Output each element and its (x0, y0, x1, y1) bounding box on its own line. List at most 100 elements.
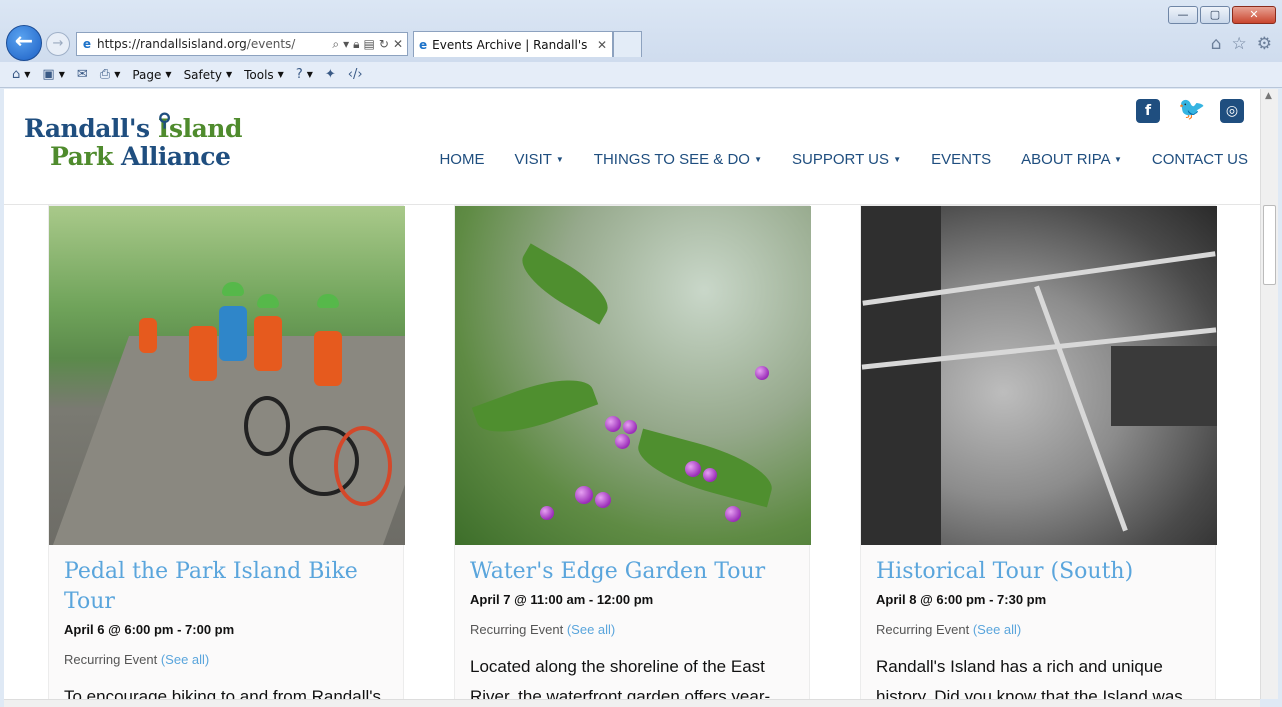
close-window-button[interactable]: ✕ (1232, 6, 1276, 24)
event-card: Pedal the Park Island Bike Tour April 6 … (48, 205, 405, 699)
home-icon[interactable]: ⌂ (1211, 34, 1222, 54)
read-mail-button[interactable]: ✉ (77, 67, 88, 82)
nav-events[interactable]: EVENTS (931, 151, 991, 168)
image-wheel (334, 426, 392, 506)
url-text[interactable]: https://randallsisland.org/events/ (97, 37, 332, 51)
social-links: f 🐦 ◎ (1136, 99, 1244, 123)
event-date: April 7 @ 11:00 am - 12:00 pm (470, 592, 654, 607)
nav-label: CONTACT US (1151, 151, 1248, 168)
nav-about-ripa[interactable]: ABOUT RIPA ▼ (1021, 151, 1122, 168)
chevron-down-icon[interactable]: ▾ (343, 37, 349, 52)
forward-button[interactable]: → (46, 32, 70, 56)
chevron-down-icon: ▼ (277, 70, 284, 79)
tab-title: Events Archive | Randall's Is... (432, 37, 592, 52)
site-logo[interactable]: ⚲ Randall's Island Park Alliance (24, 110, 242, 171)
nav-label: HOME (439, 151, 485, 168)
safety-menu-label: Safety (183, 67, 222, 82)
arrow-right-icon: → (52, 36, 64, 51)
chevron-down-icon: ▼ (306, 70, 313, 79)
chevron-down-icon: ▼ (225, 70, 233, 79)
ie-icon: e (419, 37, 428, 52)
tab-events-archive[interactable]: e Events Archive | Randall's Is... ✕ (413, 31, 613, 57)
nav-things-to-see[interactable]: THINGS TO SEE & DO ▼ (594, 151, 762, 168)
search-icon[interactable]: ⌕ (332, 37, 339, 52)
refresh-icon[interactable]: ↻ (379, 37, 389, 52)
see-all-link[interactable]: (See all) (567, 622, 615, 637)
tools-menu[interactable]: Tools ▼ (244, 68, 284, 82)
twitter-icon[interactable]: 🐦 (1178, 99, 1205, 123)
event-title[interactable]: Historical Tour (South) (876, 557, 1206, 587)
nav-contact-us[interactable]: CONTACT US (1152, 151, 1248, 168)
back-button[interactable]: ← (6, 25, 42, 61)
recurring-label: Recurring Event (See all) (470, 622, 615, 637)
minimize-button[interactable]: — (1168, 6, 1198, 24)
url-path: /events/ (246, 37, 296, 51)
window-controls: — ▢ ✕ (1168, 6, 1276, 24)
event-image-garden-tour[interactable] (455, 206, 811, 545)
image-berry (703, 468, 717, 482)
recurring-text: Recurring Event (64, 652, 158, 667)
compat-view-icon[interactable]: ▤ (364, 37, 375, 52)
logo-text: Alliance (121, 142, 231, 171)
event-title[interactable]: Water's Edge Garden Tour (470, 557, 800, 587)
image-figure (222, 282, 244, 296)
logo-text: Park (50, 142, 122, 171)
image-berry (623, 420, 637, 434)
home-menu[interactable]: ⌂ ▼ (12, 67, 30, 82)
see-all-link[interactable]: (See all) (161, 652, 209, 667)
nav-visit[interactable]: VISIT ▼ (514, 151, 563, 168)
help-icon: ? (295, 67, 303, 82)
page-menu[interactable]: Page ▼ (132, 68, 171, 82)
scroll-up-icon[interactable]: ▲ (1265, 91, 1272, 101)
image-figure (139, 318, 157, 353)
image-berry (605, 416, 621, 432)
image-berry (755, 366, 769, 380)
scroll-thumb[interactable] (1263, 205, 1276, 285)
stop-icon[interactable]: ✕ (393, 37, 403, 52)
horizontal-scrollbar[interactable] (4, 699, 1260, 707)
favorites-star-icon[interactable]: ☆ (1232, 34, 1247, 54)
see-all-link[interactable]: (See all) (973, 622, 1021, 637)
nav-label: ABOUT RIPA (1021, 151, 1110, 168)
maximize-button[interactable]: ▢ (1200, 6, 1230, 24)
event-title[interactable]: Pedal the Park Island Bike Tour (64, 557, 394, 617)
site-header: ⚲ Randall's Island Park Alliance f 🐦 ◎ H… (4, 89, 1260, 205)
code-icon: ‹/› (347, 67, 363, 82)
feeds-menu[interactable]: ▣ ▼ (42, 67, 64, 82)
nav-support-us[interactable]: SUPPORT US ▼ (792, 151, 901, 168)
logo-line-2: Park Alliance (24, 143, 242, 171)
chevron-down-icon: ▼ (165, 70, 172, 79)
recurring-text: Recurring Event (876, 622, 970, 637)
event-image-historical-tour[interactable] (861, 206, 1217, 545)
logo-line-1: Randall's Island (24, 115, 242, 143)
nav-home[interactable]: HOME (439, 151, 484, 168)
print-menu[interactable]: ⎙ ▼ (100, 67, 121, 82)
recurring-label: Recurring Event (See all) (64, 652, 209, 667)
vertical-scrollbar[interactable]: ▲ (1260, 89, 1278, 699)
image-leaf (631, 428, 779, 508)
recurring-text: Recurring Event (470, 622, 564, 637)
main-nav: HOME VISIT ▼ THINGS TO SEE & DO ▼ SUPPOR… (439, 151, 1248, 168)
safety-menu[interactable]: Safety ▼ (184, 68, 233, 82)
rss-icon: ▣ (42, 67, 55, 82)
chevron-down-icon: ▼ (555, 155, 564, 164)
image-berry (575, 486, 593, 504)
help-menu[interactable]: ? ▼ (296, 67, 313, 82)
lock-icon[interactable]: 🔒︎ (353, 37, 359, 52)
research-button[interactable]: ✦ (325, 67, 336, 82)
page-menu-label: Page (132, 67, 162, 82)
research-icon: ✦ (324, 67, 336, 82)
close-tab-icon[interactable]: ✕ (597, 38, 607, 52)
new-tab-button[interactable] (613, 31, 642, 57)
image-berry (615, 434, 630, 449)
command-bar: ⌂ ▼ ▣ ▼ ✉ ⎙ ▼ Page ▼ Safety ▼ Tools ▼ ? ▼ ✦ ‹/› (0, 62, 1282, 88)
event-image-bike-tour[interactable] (49, 206, 405, 545)
image-figure (257, 294, 279, 308)
chevron-down-icon: ▼ (1113, 155, 1122, 164)
instagram-icon[interactable]: ◎ (1220, 99, 1244, 123)
address-bar[interactable]: e https://randallsisland.org/events/ ⌕ ▾… (76, 32, 408, 56)
facebook-icon[interactable]: f (1136, 99, 1160, 123)
settings-gear-icon[interactable]: ⚙ (1257, 34, 1272, 54)
chevron-down-icon: ▼ (24, 70, 31, 79)
developer-tools-button[interactable]: ‹/› (348, 67, 363, 82)
